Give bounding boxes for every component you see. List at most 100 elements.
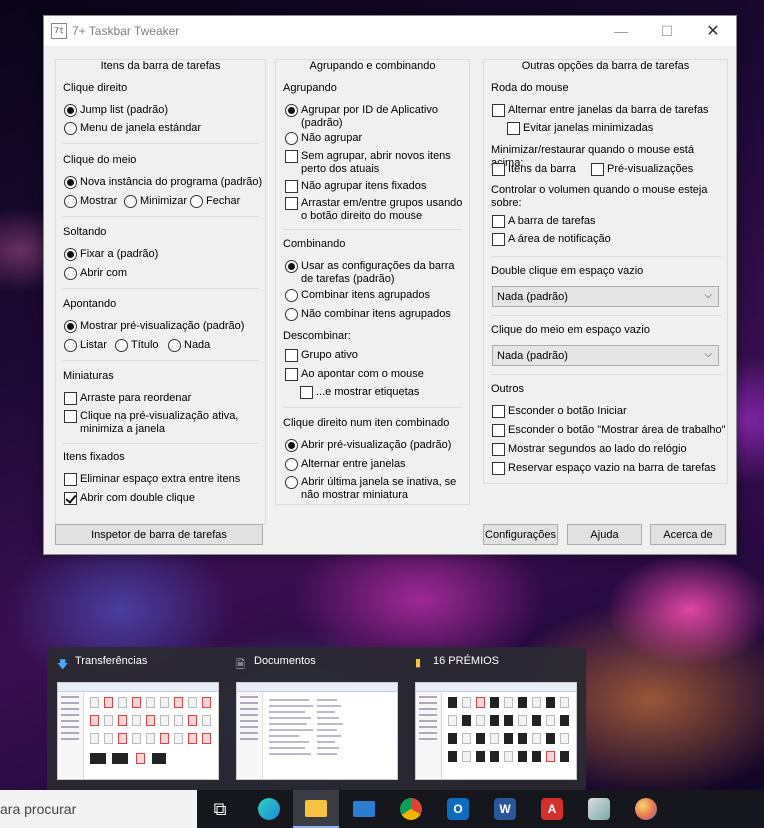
explorer-taskbar-button[interactable] [293, 790, 339, 828]
checkbox-icon [285, 150, 298, 163]
radio-new-instance[interactable]: Nova instância do programa (padrão) [64, 176, 262, 189]
divider [63, 443, 259, 444]
check-volume-taskbar[interactable]: A barra de tarefas [492, 215, 595, 228]
double-click-dropdown[interactable]: Nada (padrão) ⌵ [492, 286, 719, 307]
help-button[interactable]: Ajuda [567, 524, 642, 545]
check-open-double-click[interactable]: Abrir com double clique [64, 492, 195, 505]
edge-taskbar-button[interactable] [246, 790, 292, 828]
checkbox-icon [492, 405, 505, 418]
radio-no-group[interactable]: Não agrupar [285, 132, 362, 145]
check-taskbar-items[interactable]: Itens da barra [492, 163, 576, 176]
check-drag-groups-right[interactable]: Arrastar em/entre grupos usando o botão … [285, 197, 469, 223]
radio-standard-menu[interactable]: Menu de janela estándar [64, 122, 201, 135]
check-reserve-space[interactable]: Reservar espaço vazio na barra de tarefa… [492, 462, 716, 475]
radio-title[interactable]: Título [115, 339, 159, 352]
check-drag-reorder[interactable]: Arraste para reordenar [64, 392, 191, 405]
radio-nothing[interactable]: Nada [168, 339, 210, 352]
inspector-button[interactable]: Inspetor de barra de tarefas [55, 524, 263, 545]
option-label: Alternar entre janelas da barra de taref… [508, 104, 709, 116]
section-thumbnails: Miniaturas [63, 370, 114, 382]
maximize-button[interactable]: ☐ [644, 16, 690, 46]
check-hide-start[interactable]: Esconder o botão Iniciar [492, 405, 627, 418]
radio-show-preview[interactable]: Mostrar pré-visualização (padrão) [64, 320, 244, 333]
option-label: Reservar espaço vazio na barra de tarefa… [508, 462, 716, 474]
outlook-taskbar-button[interactable]: O [435, 790, 481, 828]
section-middle-click-empty: Clique do meio em espaço vazio [491, 324, 650, 336]
paint-taskbar-button[interactable] [623, 790, 669, 828]
taskbar-search-box[interactable]: ara procurar [0, 790, 197, 828]
check-show-labels[interactable]: ...e mostrar etiquetas [300, 386, 419, 399]
check-active-group[interactable]: Grupo ativo [285, 349, 358, 362]
checkbox-icon [285, 197, 298, 210]
radio-combine-grouped[interactable]: Combinar itens agrupados [285, 289, 430, 302]
thumbnail-16-premios[interactable]: ▮ 16 PRÉMIOS [405, 647, 577, 790]
taskbar-tweaker-window: 7t 7+ Taskbar Tweaker — ☐ ✕ Itens da bar… [43, 15, 737, 555]
about-button[interactable]: Acerca de [650, 524, 726, 545]
option-label: Ao apontar com o mouse [301, 368, 424, 380]
checkbox-icon [492, 215, 505, 228]
task-view-button[interactable]: ⧉ [197, 790, 243, 828]
section-mouse-wheel: Roda do mouse [491, 82, 569, 94]
checkbox-icon [591, 163, 604, 176]
option-label: Alternar entre janelas [301, 458, 406, 470]
minimize-button[interactable]: — [598, 16, 644, 46]
thumbnail-downloads[interactable]: 🡇 Transferências [47, 647, 219, 790]
check-volume-notif-area[interactable]: A área de notificação [492, 233, 611, 246]
check-no-group-pinned[interactable]: Não agrupar itens fixados [285, 180, 426, 193]
check-wheel-switch-windows[interactable]: Alternar entre janelas da barra de taref… [492, 104, 709, 117]
radio-close[interactable]: Fechar [190, 195, 240, 208]
thumbnail-preview [236, 682, 398, 780]
group-other-options: Outras opções da barra de tarefas Roda d… [483, 59, 728, 484]
close-button[interactable]: ✕ [690, 16, 736, 46]
middle-click-dropdown[interactable]: Nada (padrão) ⌵ [492, 345, 719, 366]
check-hide-show-desktop[interactable]: Esconder o botão "Mostrar área de trabal… [492, 424, 726, 437]
group-title-taskbar-items: Itens da barra de tarefas [100, 60, 221, 72]
radio-open-with[interactable]: Abrir com [64, 267, 127, 280]
option-label: Mostrar pré-visualização (padrão) [80, 320, 245, 332]
check-no-group-near[interactable]: Sem agrupar, abrir novos itens perto dos… [285, 150, 463, 176]
radio-show[interactable]: Mostrar [64, 195, 117, 208]
checkbox-icon [492, 233, 505, 246]
radio-use-taskbar-settings[interactable]: Usar as configurações da barra de tarefa… [285, 260, 467, 286]
option-label: Não agrupar itens fixados [301, 180, 427, 192]
radio-minimize[interactable]: Minimizar [124, 195, 187, 208]
section-middle-click: Clique do meio [63, 154, 137, 166]
radio-pin-to[interactable]: Fixar a (padrão) [64, 248, 158, 261]
edge-icon [258, 798, 280, 820]
option-label: Evitar janelas minimizadas [523, 122, 654, 134]
radio-open-last-window[interactable]: Abrir última janela se inativa, se não m… [285, 476, 467, 502]
radio-icon [115, 339, 128, 352]
thumbnail-documents[interactable]: 🗎 Documentos [226, 647, 398, 790]
radio-icon [124, 195, 137, 208]
radio-icon [285, 104, 298, 117]
check-click-active-minimize[interactable]: Clique na pré-visualização ativa, minimi… [64, 410, 254, 436]
radio-open-preview[interactable]: Abrir pré-visualização (padrão) [285, 439, 451, 452]
option-label: A área de notificação [508, 233, 611, 245]
radio-icon [190, 195, 203, 208]
folder-icon: ▮ [415, 656, 422, 669]
radio-group-by-appid[interactable]: Agrupar por ID de Aplicativo (padrão) [285, 104, 463, 130]
check-previews[interactable]: Pré-visualizações [591, 163, 693, 176]
settings-button[interactable]: Configurações [483, 524, 558, 545]
check-show-seconds[interactable]: Mostrar segundos ao lado do relógio [492, 443, 687, 456]
option-label: Listar [80, 339, 107, 351]
check-skip-minimized[interactable]: Evitar janelas minimizadas [507, 122, 653, 135]
radio-jump-list[interactable]: Jump list (padrão) [64, 104, 168, 117]
word-taskbar-button[interactable]: W [482, 790, 528, 828]
radio-switch-windows[interactable]: Alternar entre janelas [285, 458, 406, 471]
check-on-hover[interactable]: Ao apontar com o mouse [285, 368, 424, 381]
mail-taskbar-button[interactable] [341, 790, 387, 828]
thumbnail-title: 🗎 Documentos [236, 655, 316, 671]
section-grouping: Agrupando [283, 82, 337, 94]
photo-app-taskbar-button[interactable] [576, 790, 622, 828]
radio-no-combine[interactable]: Não combinar itens agrupados [285, 308, 451, 321]
option-label: Combinar itens agrupados [301, 289, 431, 301]
check-remove-extra-space[interactable]: Eliminar espaço extra entre itens [64, 473, 240, 486]
divider [283, 407, 463, 408]
radio-list[interactable]: Listar [64, 339, 107, 352]
title-bar[interactable]: 7t 7+ Taskbar Tweaker — ☐ ✕ [44, 16, 736, 46]
acrobat-taskbar-button[interactable]: A [529, 790, 575, 828]
option-label: Eliminar espaço extra entre itens [80, 473, 241, 485]
chrome-taskbar-button[interactable] [388, 790, 434, 828]
section-double-click-empty: Double clique em espaço vazio [491, 265, 644, 277]
